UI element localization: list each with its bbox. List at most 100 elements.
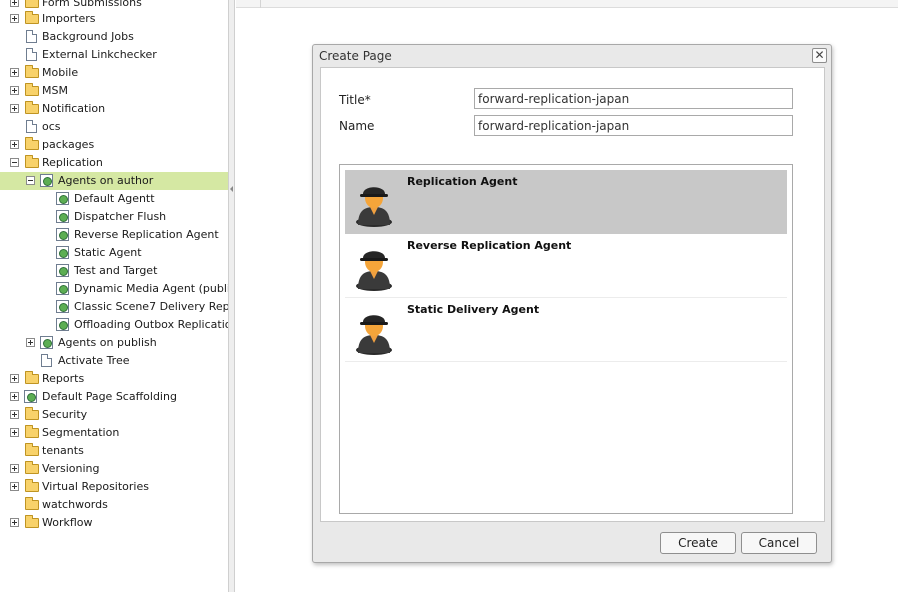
- tree-node-label[interactable]: watchwords: [42, 498, 108, 511]
- tree-node-label[interactable]: Form Submissions: [42, 0, 142, 9]
- template-item-reverse-replication-agent[interactable]: Reverse Replication Agent: [345, 234, 787, 298]
- collapse-arrow-icon[interactable]: [230, 186, 233, 192]
- tree-node-label[interactable]: ocs: [42, 120, 61, 133]
- tree-node-notification[interactable]: Notification: [0, 100, 230, 118]
- collapse-toggle-icon[interactable]: [26, 176, 35, 185]
- agent-icon: [56, 246, 69, 259]
- collapse-toggle-icon[interactable]: [10, 158, 19, 167]
- tree-node-label[interactable]: Dynamic Media Agent (publish): [74, 282, 230, 295]
- expand-toggle-icon[interactable]: [10, 374, 19, 383]
- expand-toggle-icon[interactable]: [10, 68, 19, 77]
- close-icon[interactable]: ✕: [812, 48, 827, 63]
- agent-icon: [56, 210, 69, 223]
- tree-node-label[interactable]: tenants: [42, 444, 84, 457]
- folder-icon: [25, 425, 39, 438]
- tree-node-static-agent[interactable]: Static Agent: [0, 244, 230, 262]
- tree-node-virtual-repositories[interactable]: Virtual Repositories: [0, 478, 230, 496]
- expand-toggle-icon[interactable]: [10, 140, 19, 149]
- tree-node-importers[interactable]: Importers: [0, 10, 230, 28]
- title-input[interactable]: [474, 88, 793, 109]
- create-page-dialog: Create Page ✕ Title* Name Replication Ag…: [312, 44, 832, 563]
- create-button[interactable]: Create: [660, 532, 736, 554]
- tree-node-classic-scene7[interactable]: Classic Scene7 Delivery Replication: [0, 298, 230, 316]
- tree-node-label[interactable]: Mobile: [42, 66, 78, 79]
- tree-node-label[interactable]: Background Jobs: [42, 30, 134, 43]
- tree-node-label[interactable]: Notification: [42, 102, 105, 115]
- tree-node-external-linkchecker[interactable]: External Linkchecker: [0, 46, 230, 64]
- expand-toggle-icon[interactable]: [10, 86, 19, 95]
- template-item-replication-agent[interactable]: Replication Agent: [345, 170, 787, 234]
- expand-toggle-icon[interactable]: [26, 338, 35, 347]
- tree-node-label[interactable]: MSM: [42, 84, 68, 97]
- tree-node-label[interactable]: Classic Scene7 Delivery Replication: [74, 300, 230, 313]
- expand-toggle-icon[interactable]: [10, 14, 19, 23]
- tree-node-label[interactable]: Default Agentt: [74, 192, 155, 205]
- tree-node-background-jobs[interactable]: Background Jobs: [0, 28, 230, 46]
- expand-toggle-icon[interactable]: [10, 104, 19, 113]
- tree-node-workflow[interactable]: Workflow: [0, 514, 230, 532]
- content-tree[interactable]: Form Submissions Importers Background Jo…: [0, 0, 230, 592]
- tree-node-security[interactable]: Security: [0, 406, 230, 424]
- agent-icon: [56, 228, 69, 241]
- tree-node-dynamic-media-agent[interactable]: Dynamic Media Agent (publish): [0, 280, 230, 298]
- tree-node-msm[interactable]: MSM: [0, 82, 230, 100]
- tree-node-ocs[interactable]: ocs: [0, 118, 230, 136]
- scaffolding-icon: [24, 390, 37, 403]
- agent-avatar-icon: [356, 251, 392, 291]
- tree-node-label[interactable]: Static Agent: [74, 246, 142, 259]
- tree-node-tenants[interactable]: tenants: [0, 442, 230, 460]
- tree-node-label[interactable]: Virtual Repositories: [42, 480, 149, 493]
- agent-icon: [56, 192, 69, 205]
- tree-node-label[interactable]: Activate Tree: [58, 354, 130, 367]
- tree-node-label[interactable]: Offloading Outbox Replication Agent: [74, 318, 230, 331]
- expand-toggle-icon[interactable]: [10, 392, 19, 401]
- name-input[interactable]: [474, 115, 793, 136]
- tree-node-reports[interactable]: Reports: [0, 370, 230, 388]
- tree-node-label[interactable]: Segmentation: [42, 426, 119, 439]
- tree-node-label[interactable]: Reports: [42, 372, 84, 385]
- panel-splitter[interactable]: [228, 0, 235, 592]
- expand-toggle-icon[interactable]: [10, 0, 19, 7]
- dialog-title: Create Page: [319, 49, 392, 63]
- tree-node-replication[interactable]: Replication: [0, 154, 230, 172]
- expand-toggle-icon[interactable]: [10, 518, 19, 527]
- tree-node-label[interactable]: Replication: [42, 156, 103, 169]
- tree-node-versioning[interactable]: Versioning: [0, 460, 230, 478]
- tree-node-label[interactable]: Importers: [42, 12, 96, 25]
- tree-node-agents-on-author[interactable]: Agents on author: [0, 172, 230, 190]
- tree-node-label[interactable]: Versioning: [42, 462, 99, 475]
- tree-node-default-page-scaffolding[interactable]: Default Page Scaffolding: [0, 388, 230, 406]
- cancel-button[interactable]: Cancel: [741, 532, 817, 554]
- tree-node-label[interactable]: Reverse Replication Agent: [74, 228, 219, 241]
- tree-node-offloading-outbox[interactable]: Offloading Outbox Replication Agent: [0, 316, 230, 334]
- tree-node-default-agentt[interactable]: Default Agentt: [0, 190, 230, 208]
- folder-icon: [25, 515, 39, 528]
- tree-node-reverse-replication-agent[interactable]: Reverse Replication Agent: [0, 226, 230, 244]
- agent-icon: [56, 264, 69, 277]
- folder-icon: [25, 371, 39, 384]
- tree-node-label[interactable]: Security: [42, 408, 87, 421]
- tree-node-activate-tree[interactable]: Activate Tree: [0, 352, 230, 370]
- tree-node-label[interactable]: Agents on publish: [58, 336, 157, 349]
- tree-node-label[interactable]: Agents on author: [58, 174, 153, 187]
- expand-toggle-icon[interactable]: [10, 428, 19, 437]
- tree-node-watchwords[interactable]: watchwords: [0, 496, 230, 514]
- tree-node-dispatcher-flush[interactable]: Dispatcher Flush: [0, 208, 230, 226]
- tree-node-segmentation[interactable]: Segmentation: [0, 424, 230, 442]
- expand-toggle-icon[interactable]: [10, 464, 19, 473]
- tree-node-mobile[interactable]: Mobile: [0, 64, 230, 82]
- tree-node-test-and-target[interactable]: Test and Target: [0, 262, 230, 280]
- tree-node-label[interactable]: External Linkchecker: [42, 48, 157, 61]
- template-list[interactable]: Replication Agent Reverse Replication Ag…: [339, 164, 793, 514]
- tree-node-label[interactable]: packages: [42, 138, 94, 151]
- expand-toggle-icon[interactable]: [10, 410, 19, 419]
- tree-node-label[interactable]: Default Page Scaffolding: [42, 390, 177, 403]
- tree-node-agents-on-publish[interactable]: Agents on publish: [0, 334, 230, 352]
- expand-toggle-icon[interactable]: [10, 482, 19, 491]
- tree-node-label[interactable]: Test and Target: [74, 264, 157, 277]
- tree-node-label[interactable]: Dispatcher Flush: [74, 210, 166, 223]
- tree-node-label[interactable]: Workflow: [42, 516, 93, 529]
- page-icon: [26, 48, 37, 61]
- tree-node-packages[interactable]: packages: [0, 136, 230, 154]
- template-item-static-delivery-agent[interactable]: Static Delivery Agent: [345, 298, 787, 362]
